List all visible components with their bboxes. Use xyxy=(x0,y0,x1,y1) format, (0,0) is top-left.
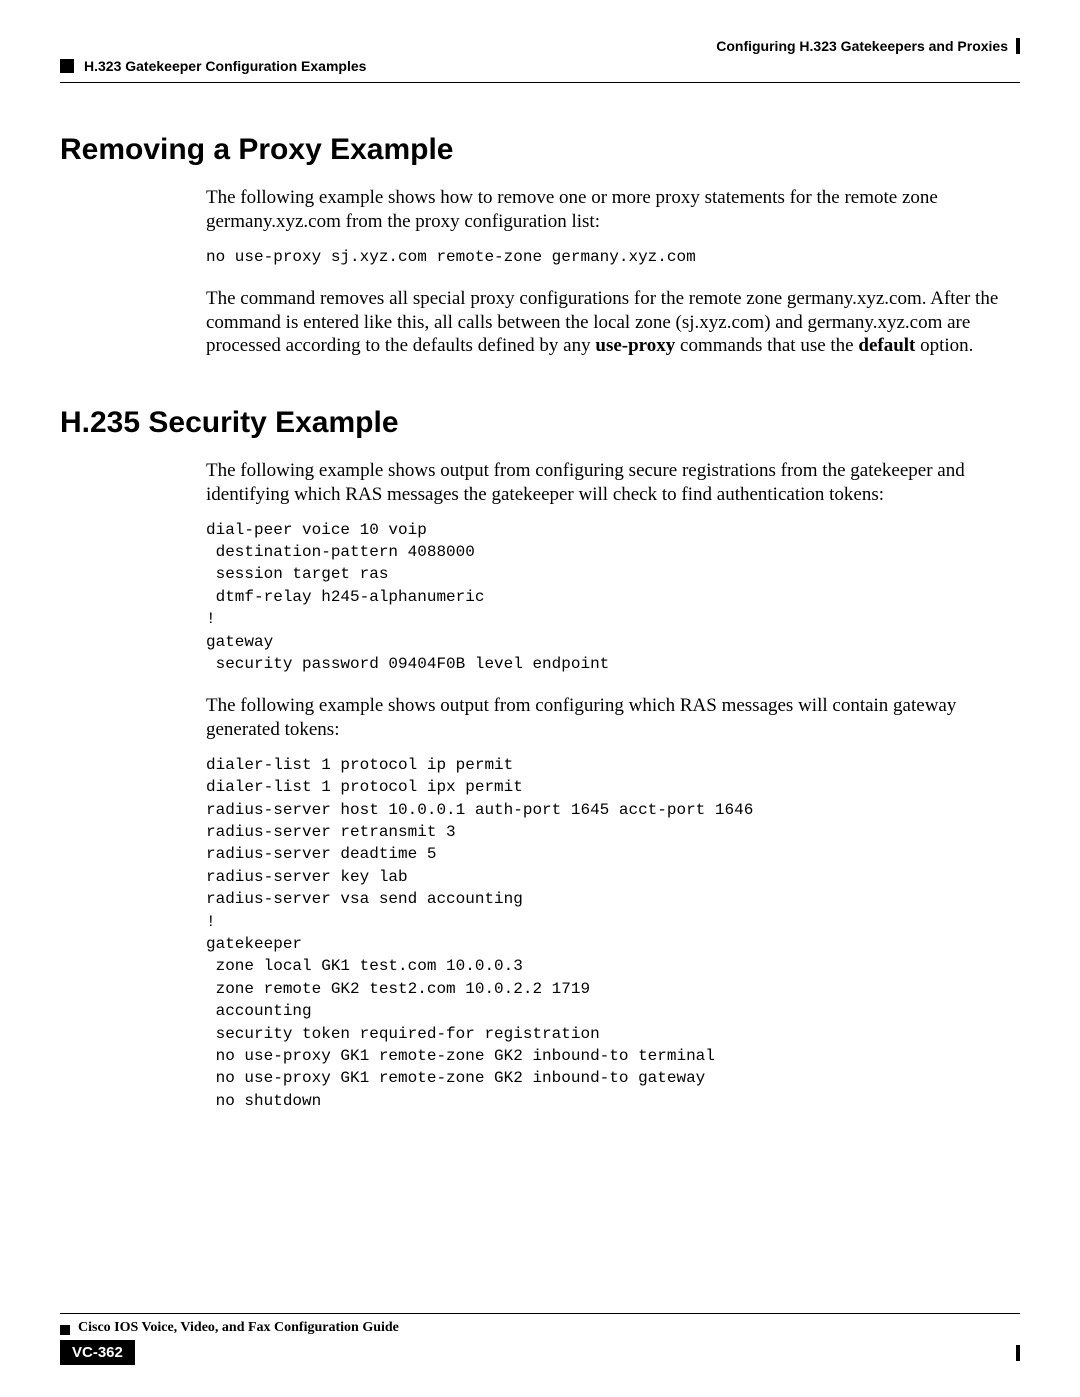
code-block: dialer-list 1 protocol ip permit dialer-… xyxy=(206,754,1020,1112)
header-rule xyxy=(60,82,1020,83)
paragraph: The following example shows output from … xyxy=(206,459,1020,507)
page-number: VC-362 xyxy=(60,1340,135,1365)
paragraph: The command removes all special proxy co… xyxy=(206,287,1020,358)
page: Configuring H.323 Gatekeepers and Proxie… xyxy=(0,0,1080,1397)
header-row-2: H.323 Gatekeeper Configuration Examples xyxy=(60,58,1020,74)
text-bold: default xyxy=(858,335,915,356)
paragraph: The following example shows how to remov… xyxy=(206,186,1020,234)
code-block: no use-proxy sj.xyz.com remote-zone germ… xyxy=(206,246,1020,268)
footer: Cisco IOS Voice, Video, and Fax Configur… xyxy=(60,1313,1020,1365)
text-bold: use-proxy xyxy=(595,335,675,356)
section-heading-h235-security: H.235 Security Example xyxy=(60,406,1020,440)
footer-square-icon xyxy=(60,1325,70,1335)
code-block: dial-peer voice 10 voip destination-patt… xyxy=(206,519,1020,676)
header-square-icon xyxy=(60,59,74,73)
text-run: commands that use the xyxy=(675,335,858,356)
guide-title: Cisco IOS Voice, Video, and Fax Configur… xyxy=(78,1320,399,1336)
footer-bar-icon xyxy=(1016,1345,1020,1361)
section-breadcrumb: H.323 Gatekeeper Configuration Examples xyxy=(84,58,366,74)
section-heading-remove-proxy: Removing a Proxy Example xyxy=(60,133,1020,167)
paragraph: The following example shows output from … xyxy=(206,694,1020,742)
header-bar-icon xyxy=(1016,38,1020,54)
text-run: option. xyxy=(915,335,973,356)
header-row-1: Configuring H.323 Gatekeepers and Proxie… xyxy=(60,38,1020,54)
footer-guide-row: Cisco IOS Voice, Video, and Fax Configur… xyxy=(60,1320,1020,1340)
footer-rule xyxy=(60,1313,1020,1314)
chapter-title: Configuring H.323 Gatekeepers and Proxie… xyxy=(716,38,1008,54)
